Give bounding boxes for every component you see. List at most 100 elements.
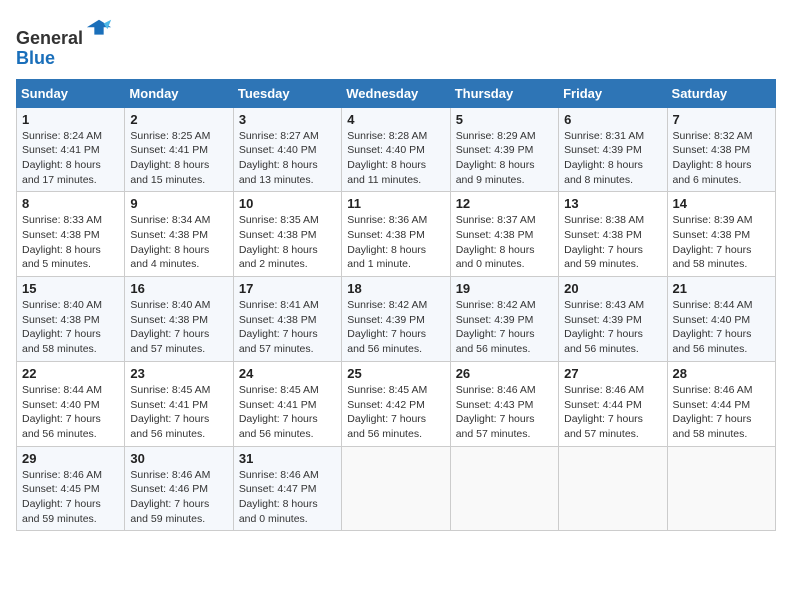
day-number: 18 bbox=[347, 281, 444, 296]
calendar-cell: 7 Sunrise: 8:32 AM Sunset: 4:38 PM Daylig… bbox=[667, 107, 775, 192]
calendar-cell: 10 Sunrise: 8:35 AM Sunset: 4:38 PM Dayli… bbox=[233, 192, 341, 277]
day-number: 16 bbox=[130, 281, 227, 296]
calendar-cell: 9 Sunrise: 8:34 AM Sunset: 4:38 PM Daylig… bbox=[125, 192, 233, 277]
day-info: Sunrise: 8:46 AM Sunset: 4:45 PM Dayligh… bbox=[22, 468, 119, 527]
day-info: Sunrise: 8:34 AM Sunset: 4:38 PM Dayligh… bbox=[130, 213, 227, 272]
weekday-header-wednesday: Wednesday bbox=[342, 79, 450, 107]
calendar-cell: 8 Sunrise: 8:33 AM Sunset: 4:38 PM Daylig… bbox=[17, 192, 125, 277]
day-number: 4 bbox=[347, 112, 444, 127]
calendar-cell: 25Sunrise: 8:45 AM Sunset: 4:42 PM Dayli… bbox=[342, 361, 450, 446]
day-info: Sunrise: 8:44 AM Sunset: 4:40 PM Dayligh… bbox=[673, 298, 770, 357]
logo: General Blue bbox=[16, 16, 113, 69]
day-info: Sunrise: 8:42 AM Sunset: 4:39 PM Dayligh… bbox=[456, 298, 553, 357]
day-info: Sunrise: 8:35 AM Sunset: 4:38 PM Dayligh… bbox=[239, 213, 336, 272]
day-number: 10 bbox=[239, 196, 336, 211]
calendar-cell: 14 Sunrise: 8:39 AM Sunset: 4:38 PM Dayli… bbox=[667, 192, 775, 277]
day-info: Sunrise: 8:28 AM Sunset: 4:40 PM Dayligh… bbox=[347, 129, 444, 188]
logo-blue: Blue bbox=[16, 48, 55, 68]
day-info: Sunrise: 8:40 AM Sunset: 4:38 PM Dayligh… bbox=[130, 298, 227, 357]
day-info: Sunrise: 8:33 AM Sunset: 4:38 PM Dayligh… bbox=[22, 213, 119, 272]
weekday-header-sunday: Sunday bbox=[17, 79, 125, 107]
calendar-cell: 30 Sunrise: 8:46 AM Sunset: 4:46 PM Dayli… bbox=[125, 446, 233, 531]
day-number: 6 bbox=[564, 112, 661, 127]
calendar-cell: 26 Sunrise: 8:46 AM Sunset: 4:43 PM Dayli… bbox=[450, 361, 558, 446]
day-number: 26 bbox=[456, 366, 553, 381]
calendar-week-row: 1 Sunrise: 8:24 AM Sunset: 4:41 PM Daylig… bbox=[17, 107, 776, 192]
calendar-cell: 20 Sunrise: 8:43 AM Sunset: 4:39 PM Dayli… bbox=[559, 277, 667, 362]
day-number: 20 bbox=[564, 281, 661, 296]
day-info: Sunrise: 8:40 AM Sunset: 4:38 PM Dayligh… bbox=[22, 298, 119, 357]
day-info: Sunrise: 8:46 AM Sunset: 4:44 PM Dayligh… bbox=[673, 383, 770, 442]
calendar-cell: 15 Sunrise: 8:40 AM Sunset: 4:38 PM Dayli… bbox=[17, 277, 125, 362]
calendar-cell: 31 Sunrise: 8:46 AM Sunset: 4:47 PM Dayli… bbox=[233, 446, 341, 531]
day-info: Sunrise: 8:24 AM Sunset: 4:41 PM Dayligh… bbox=[22, 129, 119, 188]
weekday-header-monday: Monday bbox=[125, 79, 233, 107]
weekday-header-row: SundayMondayTuesdayWednesdayThursdayFrid… bbox=[17, 79, 776, 107]
calendar-cell: 1 Sunrise: 8:24 AM Sunset: 4:41 PM Daylig… bbox=[17, 107, 125, 192]
calendar-cell bbox=[559, 446, 667, 531]
day-number: 31 bbox=[239, 451, 336, 466]
day-info: Sunrise: 8:42 AM Sunset: 4:39 PM Dayligh… bbox=[347, 298, 444, 357]
calendar-cell: 29 Sunrise: 8:46 AM Sunset: 4:45 PM Dayli… bbox=[17, 446, 125, 531]
calendar-cell: 16 Sunrise: 8:40 AM Sunset: 4:38 PM Dayli… bbox=[125, 277, 233, 362]
day-info: Sunrise: 8:46 AM Sunset: 4:47 PM Dayligh… bbox=[239, 468, 336, 527]
day-info: Sunrise: 8:46 AM Sunset: 4:43 PM Dayligh… bbox=[456, 383, 553, 442]
day-info: Sunrise: 8:44 AM Sunset: 4:40 PM Dayligh… bbox=[22, 383, 119, 442]
day-number: 14 bbox=[673, 196, 770, 211]
day-number: 8 bbox=[22, 196, 119, 211]
day-number: 29 bbox=[22, 451, 119, 466]
day-number: 13 bbox=[564, 196, 661, 211]
calendar-cell: 17 Sunrise: 8:41 AM Sunset: 4:38 PM Dayli… bbox=[233, 277, 341, 362]
day-info: Sunrise: 8:38 AM Sunset: 4:38 PM Dayligh… bbox=[564, 213, 661, 272]
weekday-header-tuesday: Tuesday bbox=[233, 79, 341, 107]
logo-general: General bbox=[16, 28, 83, 48]
day-info: Sunrise: 8:31 AM Sunset: 4:39 PM Dayligh… bbox=[564, 129, 661, 188]
page-header: General Blue bbox=[16, 16, 776, 69]
calendar-week-row: 22Sunrise: 8:44 AM Sunset: 4:40 PM Dayli… bbox=[17, 361, 776, 446]
calendar-cell: 2Sunrise: 8:25 AM Sunset: 4:41 PM Daylig… bbox=[125, 107, 233, 192]
day-info: Sunrise: 8:45 AM Sunset: 4:42 PM Dayligh… bbox=[347, 383, 444, 442]
day-info: Sunrise: 8:43 AM Sunset: 4:39 PM Dayligh… bbox=[564, 298, 661, 357]
weekday-header-thursday: Thursday bbox=[450, 79, 558, 107]
day-info: Sunrise: 8:45 AM Sunset: 4:41 PM Dayligh… bbox=[239, 383, 336, 442]
day-info: Sunrise: 8:25 AM Sunset: 4:41 PM Dayligh… bbox=[130, 129, 227, 188]
calendar-cell: 11 Sunrise: 8:36 AM Sunset: 4:38 PM Dayli… bbox=[342, 192, 450, 277]
day-info: Sunrise: 8:36 AM Sunset: 4:38 PM Dayligh… bbox=[347, 213, 444, 272]
day-number: 1 bbox=[22, 112, 119, 127]
calendar-cell: 27Sunrise: 8:46 AM Sunset: 4:44 PM Dayli… bbox=[559, 361, 667, 446]
day-info: Sunrise: 8:37 AM Sunset: 4:38 PM Dayligh… bbox=[456, 213, 553, 272]
calendar-cell bbox=[667, 446, 775, 531]
day-number: 15 bbox=[22, 281, 119, 296]
calendar-week-row: 8 Sunrise: 8:33 AM Sunset: 4:38 PM Daylig… bbox=[17, 192, 776, 277]
day-info: Sunrise: 8:32 AM Sunset: 4:38 PM Dayligh… bbox=[673, 129, 770, 188]
calendar-cell: 22Sunrise: 8:44 AM Sunset: 4:40 PM Dayli… bbox=[17, 361, 125, 446]
day-number: 17 bbox=[239, 281, 336, 296]
day-number: 3 bbox=[239, 112, 336, 127]
calendar-cell: 21 Sunrise: 8:44 AM Sunset: 4:40 PM Dayli… bbox=[667, 277, 775, 362]
weekday-header-friday: Friday bbox=[559, 79, 667, 107]
day-number: 7 bbox=[673, 112, 770, 127]
day-info: Sunrise: 8:39 AM Sunset: 4:38 PM Dayligh… bbox=[673, 213, 770, 272]
day-info: Sunrise: 8:45 AM Sunset: 4:41 PM Dayligh… bbox=[130, 383, 227, 442]
day-number: 11 bbox=[347, 196, 444, 211]
calendar-cell: 19 Sunrise: 8:42 AM Sunset: 4:39 PM Dayli… bbox=[450, 277, 558, 362]
day-info: Sunrise: 8:27 AM Sunset: 4:40 PM Dayligh… bbox=[239, 129, 336, 188]
day-info: Sunrise: 8:29 AM Sunset: 4:39 PM Dayligh… bbox=[456, 129, 553, 188]
day-number: 19 bbox=[456, 281, 553, 296]
calendar-cell: 6 Sunrise: 8:31 AM Sunset: 4:39 PM Daylig… bbox=[559, 107, 667, 192]
day-number: 9 bbox=[130, 196, 227, 211]
calendar-week-row: 15 Sunrise: 8:40 AM Sunset: 4:38 PM Dayli… bbox=[17, 277, 776, 362]
calendar-cell: 13 Sunrise: 8:38 AM Sunset: 4:38 PM Dayli… bbox=[559, 192, 667, 277]
day-info: Sunrise: 8:46 AM Sunset: 4:46 PM Dayligh… bbox=[130, 468, 227, 527]
day-number: 30 bbox=[130, 451, 227, 466]
weekday-header-saturday: Saturday bbox=[667, 79, 775, 107]
day-info: Sunrise: 8:41 AM Sunset: 4:38 PM Dayligh… bbox=[239, 298, 336, 357]
day-number: 21 bbox=[673, 281, 770, 296]
day-number: 23 bbox=[130, 366, 227, 381]
calendar-cell: 5Sunrise: 8:29 AM Sunset: 4:39 PM Daylig… bbox=[450, 107, 558, 192]
calendar-cell: 3 Sunrise: 8:27 AM Sunset: 4:40 PM Daylig… bbox=[233, 107, 341, 192]
calendar-cell: 28Sunrise: 8:46 AM Sunset: 4:44 PM Dayli… bbox=[667, 361, 775, 446]
calendar-cell: 24Sunrise: 8:45 AM Sunset: 4:41 PM Dayli… bbox=[233, 361, 341, 446]
calendar-cell: 18 Sunrise: 8:42 AM Sunset: 4:39 PM Dayli… bbox=[342, 277, 450, 362]
calendar-cell: 23 Sunrise: 8:45 AM Sunset: 4:41 PM Dayli… bbox=[125, 361, 233, 446]
